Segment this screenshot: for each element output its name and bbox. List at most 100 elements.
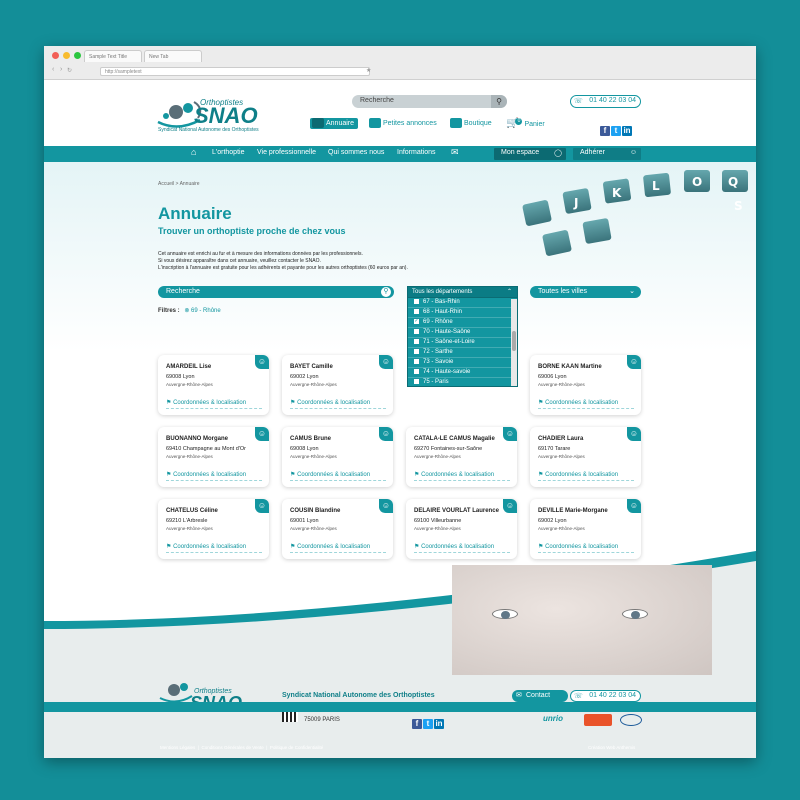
dropdown-scrollbar[interactable]	[511, 299, 517, 386]
coordonnees-link[interactable]: ⚑ Coordonnées & localisation	[538, 471, 634, 481]
breadcrumb-home[interactable]: Accueil	[158, 181, 174, 187]
browser-tab[interactable]: New Tab	[144, 50, 202, 62]
user-pin-icon[interactable]: ☺	[627, 499, 641, 513]
orthoptist-name: DEVILLE Marie-Morgane	[538, 508, 608, 514]
linkedin-icon[interactable]: in	[622, 126, 632, 136]
departement-option[interactable]: 68 - Haut-Rhin	[408, 308, 517, 318]
facebook-icon[interactable]: f	[412, 719, 422, 729]
header-search-input[interactable]: Recherche	[352, 95, 507, 108]
intro-line: Cet annuaire est enrichi au fur et à mes…	[158, 251, 363, 257]
departement-option[interactable]: 70 - Haute-Saône	[408, 328, 517, 338]
user-pin-icon[interactable]: ☺	[503, 499, 517, 513]
flag-icon: ⚑	[414, 544, 420, 550]
user-icon: ◯	[554, 150, 562, 157]
nav-item-informations[interactable]: Informations	[397, 149, 436, 156]
orthoptist-city: 69270 Fontaines-sur-Saône	[414, 446, 483, 452]
orthoptist-city: 69002 Lyon	[538, 518, 567, 524]
header-link-petites-annonces[interactable]: Petites annonces	[369, 118, 437, 128]
user-pin-icon[interactable]: ☺	[255, 499, 269, 513]
twitter-icon[interactable]: t	[423, 719, 433, 729]
checkbox-icon[interactable]	[414, 329, 419, 334]
checkbox-icon[interactable]	[414, 309, 419, 314]
browser-tab[interactable]: Sample Text Title	[84, 50, 142, 62]
coordonnees-link[interactable]: ⚑ Coordonnées & localisation	[166, 399, 262, 409]
forward-icon[interactable]: ›	[60, 66, 62, 73]
footer-logo[interactable]: Orthoptistes SNAO	[158, 678, 258, 718]
departements-dropdown[interactable]: Tous les départements ⌃ 67 - Bas-Rhin 68 …	[407, 286, 518, 387]
coordonnees-link[interactable]: ⚑ Coordonnées & localisation	[290, 471, 386, 481]
checkbox-icon[interactable]	[414, 359, 419, 364]
checkbox-icon[interactable]	[414, 369, 419, 374]
legal-link[interactable]: Mentions Légales	[160, 745, 195, 750]
departement-option[interactable]: 67 - Bas-Rhin	[408, 298, 517, 308]
mail-icon[interactable]: ✉	[451, 147, 459, 158]
home-icon[interactable]: ⌂	[191, 147, 196, 157]
departement-option-label: 73 - Savoie	[423, 359, 454, 366]
checkbox-icon[interactable]	[414, 339, 419, 344]
contact-button[interactable]: ✉ Contact	[512, 690, 568, 702]
departement-option[interactable]: 73 - Savoie	[408, 358, 517, 368]
departements-select[interactable]: Tous les départements ⌃	[408, 287, 517, 298]
coordonnees-link[interactable]: ⚑ Coordonnées & localisation	[166, 471, 262, 481]
footer-phone-button[interactable]: ☏ 01 40 22 03 04	[570, 690, 641, 702]
search-icon[interactable]: ⚲	[381, 287, 391, 297]
star-icon[interactable]: ★	[366, 67, 371, 74]
departement-option[interactable]: 74 - Haute-savoie	[408, 368, 517, 378]
footer-credit[interactable]: Création Web Anthemis	[588, 745, 635, 750]
partner-logo-eye[interactable]	[620, 714, 642, 726]
filters-label: Filtres :	[158, 308, 180, 314]
departement-option[interactable]: 72 - Sarthe	[408, 348, 517, 358]
user-pin-icon[interactable]: ☺	[627, 427, 641, 441]
departement-option[interactable]: 75 - Paris	[408, 378, 517, 386]
nav-item-qui-sommes-nous[interactable]: Qui sommes nous	[328, 149, 384, 156]
checkbox-checked-icon[interactable]: ✓	[414, 319, 419, 324]
coordonnees-link[interactable]: ⚑ Coordonnées & localisation	[538, 399, 634, 409]
user-pin-icon[interactable]: ☺	[255, 355, 269, 369]
coordonnees-link[interactable]: ⚑ Coordonnées & localisation	[414, 471, 510, 481]
header-link-annuaire[interactable]: Annuaire	[310, 117, 359, 129]
facebook-icon[interactable]: f	[600, 126, 610, 136]
user-pin-icon[interactable]: ☺	[379, 355, 393, 369]
partner-logo-unrio[interactable]: unrio	[530, 714, 576, 726]
reload-icon[interactable]: ↻	[67, 67, 72, 74]
user-pin-icon[interactable]: ☺	[503, 427, 517, 441]
departement-option[interactable]: 71 - Saône-et-Loire	[408, 338, 517, 348]
checkbox-icon[interactable]	[414, 379, 419, 384]
header-phone-button[interactable]: ☏ 01 40 22 03 04	[570, 95, 641, 108]
chevron-up-icon: ⌃	[506, 289, 512, 295]
linkedin-icon[interactable]: in	[434, 719, 444, 729]
back-icon[interactable]: ‹	[52, 66, 54, 73]
checkbox-icon[interactable]	[414, 299, 419, 304]
adherer-button[interactable]: Adhérer ☺	[573, 148, 641, 160]
user-pin-icon[interactable]: ☺	[255, 427, 269, 441]
header-link-panier[interactable]: 🛒0 Panier	[506, 118, 545, 129]
header-search-button[interactable]: ⚲	[491, 95, 507, 108]
coordonnees-link-label: Coordonnées & localisation	[421, 544, 495, 550]
maximize-window-dot[interactable]	[74, 52, 81, 59]
villes-select[interactable]: Toutes les villes ⌄	[530, 286, 641, 298]
minimize-window-dot[interactable]	[63, 52, 70, 59]
legal-link[interactable]: Politique de Confidentialité	[270, 745, 323, 750]
remove-filter-icon[interactable]: ⊗	[184, 308, 189, 314]
nav-item-orthoptie[interactable]: L'orthoptie	[212, 149, 244, 156]
orthoptist-name: CHADIER Laura	[538, 436, 584, 442]
directory-search-input[interactable]: Recherche ⚲	[158, 286, 394, 298]
mon-espace-button[interactable]: Mon espace ◯	[494, 148, 566, 160]
coordonnees-link[interactable]: ⚑ Coordonnées & localisation	[290, 399, 386, 409]
user-pin-icon[interactable]: ☺	[627, 355, 641, 369]
snao-logo[interactable]: Orthoptistes SNAO	[154, 90, 274, 142]
scrollbar-thumb[interactable]	[512, 331, 516, 351]
twitter-icon[interactable]: t	[611, 126, 621, 136]
close-window-dot[interactable]	[52, 52, 59, 59]
filter-chip[interactable]: ⊗ 69 - Rhône	[184, 308, 220, 314]
user-pin-icon[interactable]: ☺	[379, 427, 393, 441]
url-bar[interactable]: http://sampletext	[100, 67, 370, 76]
checkbox-icon[interactable]	[414, 349, 419, 354]
header-link-boutique[interactable]: Boutique	[450, 118, 492, 128]
partner-logo-orange[interactable]	[584, 714, 612, 726]
coordonnees-link-label: Coordonnées & localisation	[297, 400, 371, 406]
departement-option[interactable]: ✓ 69 - Rhône	[408, 318, 517, 328]
nav-item-vie-professionnelle[interactable]: Vie professionnelle	[257, 149, 316, 156]
legal-link[interactable]: Conditions Générales de Vente	[201, 745, 263, 750]
user-pin-icon[interactable]: ☺	[379, 499, 393, 513]
